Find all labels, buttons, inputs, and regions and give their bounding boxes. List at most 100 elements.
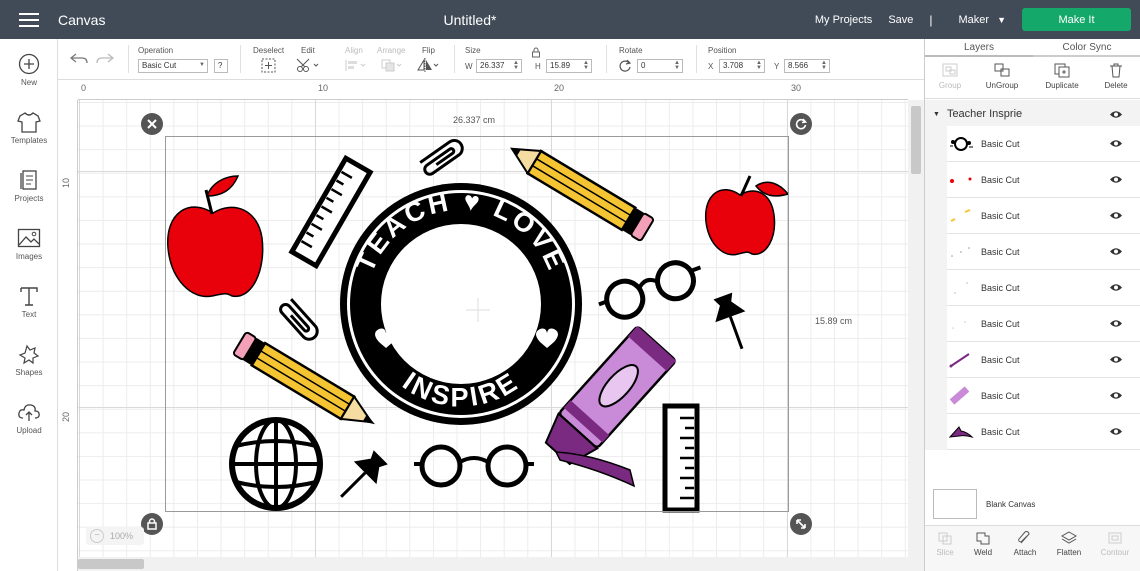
ruler-tick: 20 — [61, 411, 72, 423]
cricut-design-space-window: Canvas Untitled* My Projects Save | Make… — [0, 0, 1140, 571]
layer-name: Basic Cut — [981, 390, 1020, 401]
make-it-button[interactable]: Make It — [1022, 8, 1131, 31]
layer-item[interactable]: Basic Cut — [947, 342, 1140, 378]
eye-icon[interactable] — [1109, 319, 1123, 328]
w-label: W — [465, 62, 473, 71]
operation-select[interactable]: Basic Cut ▼ — [138, 59, 208, 73]
eye-icon[interactable] — [1109, 175, 1123, 184]
rotate-input[interactable]: 0 ▲ ▼ — [637, 59, 683, 73]
stepper-icon: ▲ ▼ — [513, 60, 519, 71]
zoom-control[interactable]: − 100% — [86, 527, 144, 545]
tool-new-label: New — [20, 78, 37, 87]
blank-canvas-row[interactable]: Blank Canvas — [925, 484, 1140, 524]
tool-images[interactable]: Images — [0, 227, 58, 261]
redo-button[interactable] — [96, 53, 114, 65]
layers-list: ▼ Teacher Insprie Basic Cut Basic Cut Ba… — [925, 100, 1140, 450]
layer-item[interactable]: Basic Cut — [947, 270, 1140, 306]
size-lock-button[interactable] — [531, 47, 541, 58]
projects-icon — [20, 170, 37, 190]
delete-button[interactable]: Delete — [1091, 62, 1140, 90]
eye-icon[interactable] — [1109, 283, 1123, 292]
layer-item[interactable]: Basic Cut — [947, 378, 1140, 414]
tool-new[interactable]: New — [0, 53, 58, 87]
chevron-down-icon: ▼ — [199, 62, 205, 68]
edit-button[interactable] — [296, 58, 320, 73]
machine-select[interactable]: Maker ▼ — [959, 14, 1006, 26]
layer-thumbnail — [947, 312, 975, 336]
rotate-icon — [795, 118, 807, 130]
layer-name: Basic Cut — [981, 282, 1020, 293]
lock-handle[interactable] — [141, 513, 163, 535]
tool-templates[interactable]: Templates — [0, 111, 58, 145]
toolbar-divider — [240, 45, 241, 73]
eye-icon[interactable] — [1109, 427, 1123, 436]
scrollbar-thumb[interactable] — [911, 106, 921, 174]
document-title[interactable]: Untitled* — [400, 12, 540, 28]
layer-item[interactable]: Basic Cut — [947, 198, 1140, 234]
operation-help-button[interactable]: ? — [214, 59, 228, 73]
tool-shapes[interactable]: Shapes — [0, 343, 58, 377]
vertical-scrollbar[interactable] — [908, 100, 924, 571]
contour-button[interactable]: Contour — [1095, 531, 1135, 557]
resize-handle[interactable] — [790, 513, 812, 535]
tab-color-sync[interactable]: Color Sync — [1033, 39, 1140, 57]
eye-icon[interactable] — [1109, 139, 1123, 148]
align-button[interactable] — [344, 58, 368, 73]
paperclip-icon — [1018, 531, 1030, 544]
eye-icon[interactable] — [1109, 110, 1123, 119]
deselect-button[interactable] — [261, 58, 276, 73]
eye-icon[interactable] — [1109, 391, 1123, 400]
layer-name: Basic Cut — [981, 246, 1020, 257]
delete-label: Delete — [1104, 81, 1128, 90]
height-input[interactable]: 15.89 ▲ ▼ — [546, 59, 592, 73]
delete-handle[interactable] — [141, 113, 163, 135]
scrollbar-thumb[interactable] — [78, 559, 144, 569]
layer-group-row[interactable]: ▼ Teacher Insprie — [925, 104, 1140, 124]
eye-icon[interactable] — [1109, 355, 1123, 364]
x-input[interactable]: 3.708 ▲ ▼ — [719, 59, 765, 73]
tshirt-icon — [17, 112, 41, 133]
attach-button[interactable]: Attach — [1005, 531, 1045, 557]
ruler-tick: 10 — [318, 83, 329, 93]
group-label: Group — [938, 81, 962, 90]
tool-projects[interactable]: Projects — [0, 169, 58, 203]
horizontal-scrollbar[interactable] — [78, 557, 908, 571]
machine-label: Maker — [958, 13, 990, 26]
zoom-out-icon[interactable]: − — [90, 529, 104, 543]
undo-button[interactable] — [70, 53, 88, 65]
slice-button[interactable]: Slice — [925, 531, 965, 557]
layer-item[interactable]: Basic Cut — [947, 126, 1140, 162]
save-link[interactable]: Save — [888, 14, 913, 26]
width-input[interactable]: 26.337 ▲ ▼ — [476, 59, 522, 73]
tab-layers[interactable]: Layers — [925, 39, 1033, 57]
eye-icon[interactable] — [1109, 247, 1123, 256]
rotate-value: 0 — [641, 61, 646, 70]
tool-upload[interactable]: Upload — [0, 401, 58, 435]
layer-item[interactable]: Basic Cut — [947, 414, 1140, 450]
weld-button[interactable]: Weld — [963, 531, 1003, 557]
menu-button[interactable] — [0, 0, 58, 39]
layer-item[interactable]: Basic Cut — [947, 234, 1140, 270]
flatten-button[interactable]: Flatten — [1049, 531, 1089, 557]
y-input[interactable]: 8.566 ▲ ▼ — [784, 59, 830, 73]
my-projects-link[interactable]: My Projects — [815, 14, 872, 26]
tool-text-label: Text — [21, 310, 37, 319]
arrange-button[interactable] — [380, 58, 404, 73]
plus-circle-icon — [18, 53, 40, 75]
width-dimension-label: 26.337 cm — [453, 115, 496, 125]
toolbar-divider — [606, 45, 607, 73]
layer-item[interactable]: Basic Cut — [947, 162, 1140, 198]
tool-text[interactable]: Text — [0, 285, 58, 319]
caret-down-icon[interactable]: ▼ — [933, 111, 940, 118]
group-button[interactable]: Group — [925, 62, 975, 90]
ungroup-button[interactable]: UnGroup — [977, 62, 1027, 90]
rotate-handle[interactable] — [790, 113, 812, 135]
left-toolbar: New Templates Projects Images Text Shape… — [0, 39, 58, 571]
ungroup-icon — [994, 63, 1010, 77]
flip-button[interactable] — [416, 58, 440, 73]
duplicate-button[interactable]: Duplicate — [1037, 62, 1087, 90]
canvas-swatch[interactable] — [933, 489, 977, 519]
layer-item[interactable]: Basic Cut — [947, 306, 1140, 342]
help-label: ? — [218, 61, 223, 70]
eye-icon[interactable] — [1109, 211, 1123, 220]
